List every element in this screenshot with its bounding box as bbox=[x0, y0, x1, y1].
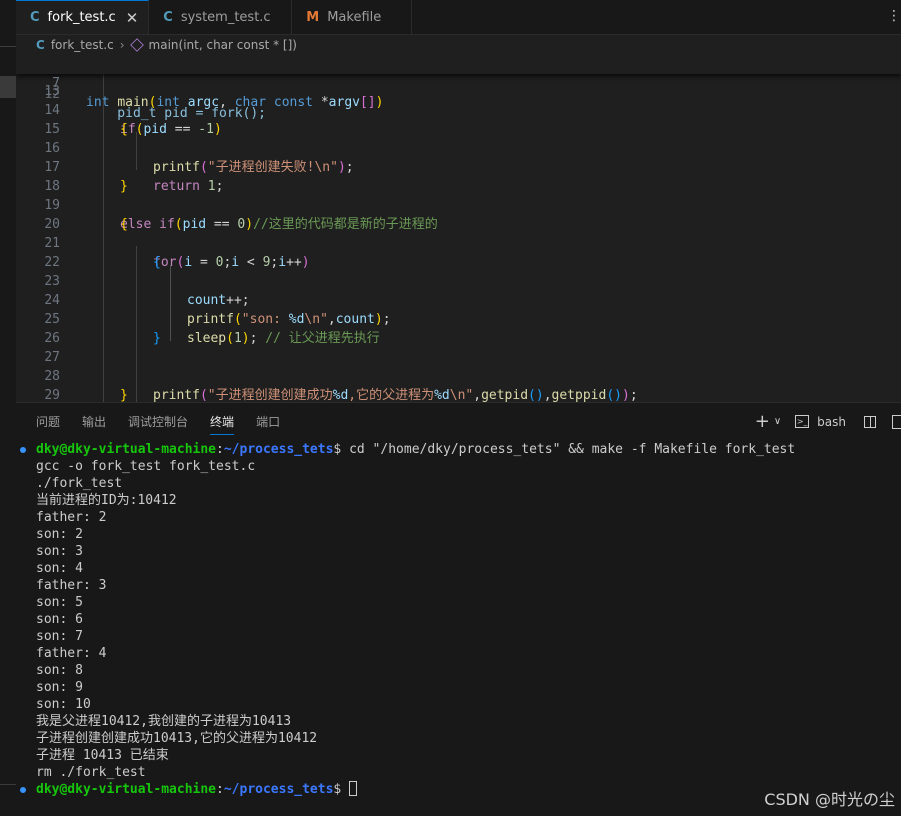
terminal-line: ./fork_test bbox=[36, 476, 123, 491]
c-file-icon: C bbox=[36, 38, 45, 52]
breadcrumb-symbol[interactable]: main(int, char const * []) bbox=[149, 38, 297, 52]
tab-label: fork_test.c bbox=[47, 10, 116, 25]
watermark: CSDN @时光の尘 bbox=[764, 790, 895, 809]
code-line: 23 count++; bbox=[44, 274, 250, 308]
chevron-down-icon[interactable]: ∨ bbox=[774, 416, 781, 427]
terminal-line: son: 9 bbox=[36, 680, 83, 695]
makefile-icon: M bbox=[306, 9, 320, 25]
code-line: 29} bbox=[44, 388, 128, 402]
trash-icon[interactable] bbox=[892, 414, 901, 429]
terminal-output[interactable]: dky@dky-virtual-machine:~/process_tets$ … bbox=[20, 441, 796, 798]
terminal-line: son: 5 bbox=[36, 595, 83, 610]
terminal-line: son: 2 bbox=[36, 527, 83, 542]
terminal-line: son: 6 bbox=[36, 612, 83, 627]
tab-label: Makefile bbox=[327, 9, 382, 25]
code-editor[interactable]: 7 int main(int argc, char const *argv[])… bbox=[16, 55, 901, 402]
editor-actions-icon[interactable]: ⋮ bbox=[887, 8, 901, 24]
tab-output[interactable]: 输出 bbox=[82, 413, 106, 435]
terminal-line: son: 7 bbox=[36, 629, 83, 644]
terminal-command-line: dky@dky-virtual-machine:~/process_tets$ … bbox=[36, 442, 796, 457]
tab-makefile[interactable]: M Makefile bbox=[292, 0, 413, 34]
shell-label[interactable]: bash bbox=[817, 415, 846, 429]
tab-label: system_test.c bbox=[180, 9, 271, 25]
c-file-icon: C bbox=[163, 9, 173, 25]
activity-indicator bbox=[0, 76, 16, 98]
sticky-code: int main(int argc, char const *argv[]) bbox=[86, 95, 384, 110]
terminal-cursor bbox=[349, 781, 358, 796]
activity-divider bbox=[0, 784, 16, 785]
code-line: 26} bbox=[44, 331, 161, 346]
code-line: 21 for(i = 0;i < 9;i++) bbox=[44, 236, 310, 270]
terminal-line: 子进程创建创建成功10413,它的父进程为10412 bbox=[36, 731, 318, 746]
method-icon bbox=[129, 38, 144, 52]
terminal-line: son: 4 bbox=[36, 561, 83, 576]
code-line: 28 printf("子进程创建创建成功%d,它的父进程为%d\n",getpi… bbox=[44, 369, 638, 402]
code-line: 18} bbox=[44, 179, 128, 194]
activity-bar bbox=[0, 0, 17, 816]
chevron-right-icon: › bbox=[119, 38, 125, 52]
code-line: 24 printf("son: %d\n",count); bbox=[44, 293, 391, 327]
activity-divider bbox=[0, 46, 16, 47]
code-line: 17 return 1; bbox=[44, 160, 224, 194]
command-decoration bbox=[20, 447, 26, 453]
code-line: 27 bbox=[44, 350, 60, 365]
tab-system-test-c[interactable]: C system_test.c bbox=[149, 0, 293, 34]
code-line: 25 sleep(1); // 让父进程先执行 bbox=[44, 312, 380, 346]
bottom-panel: 问题 输出 调试控制台 终端 端口 + ∨ >_ bash dky@dky-vi… bbox=[16, 402, 901, 816]
terminal-line: father: 2 bbox=[36, 510, 107, 525]
line-number: 7 bbox=[52, 76, 60, 91]
tab-terminal[interactable]: 终端 bbox=[210, 413, 235, 435]
panel-tabs: 问题 输出 调试控制台 终端 端口 bbox=[36, 413, 302, 435]
terminal-line: son: 8 bbox=[36, 663, 83, 678]
c-file-icon: C bbox=[30, 10, 40, 25]
split-terminal-icon[interactable] bbox=[864, 415, 876, 428]
code-line: 22{ bbox=[44, 255, 161, 270]
terminal-line: rm ./fork_test bbox=[36, 765, 146, 780]
terminal-line: father: 4 bbox=[36, 646, 107, 661]
terminal-line: son: 3 bbox=[36, 544, 83, 559]
code-line: 16 printf("子进程创建失败!\n"); bbox=[44, 141, 354, 175]
terminal-line: 当前进程的ID为:10412 bbox=[36, 493, 177, 508]
panel-actions: + ∨ >_ bash bbox=[755, 411, 901, 432]
breadcrumb-file[interactable]: fork_test.c bbox=[51, 38, 114, 52]
command-decoration bbox=[20, 787, 26, 793]
add-terminal-icon[interactable]: + bbox=[755, 411, 770, 432]
terminal-line: 我是父进程10412,我创建的子进程为10413 bbox=[36, 714, 292, 729]
code-line: 20{ bbox=[44, 217, 128, 232]
terminal-line: 子进程 10413 已结束 bbox=[36, 748, 169, 763]
terminal-prompt-line[interactable]: dky@dky-virtual-machine:~/process_tets$ bbox=[36, 781, 795, 798]
tab-debug-console[interactable]: 调试控制台 bbox=[128, 413, 188, 435]
tab-problems[interactable]: 问题 bbox=[36, 413, 60, 435]
close-icon[interactable]: ✕ bbox=[126, 9, 139, 27]
editor-tab-bar: C fork_test.c ✕ C system_test.c M Makefi… bbox=[16, 0, 901, 35]
terminal-line: son: 10 bbox=[36, 697, 91, 712]
code-line: 19 else if(pid == 0)//这里的代码都是新的子进程的 bbox=[44, 198, 438, 232]
terminal-icon: >_ bbox=[795, 415, 810, 428]
sticky-scroll-line[interactable]: 7 int main(int argc, char const *argv[]) bbox=[16, 55, 901, 110]
code-line: 15{ bbox=[44, 122, 128, 137]
tab-fork-test-c[interactable]: C fork_test.c ✕ bbox=[16, 0, 150, 34]
tab-ports[interactable]: 端口 bbox=[256, 413, 280, 435]
terminal-line: gcc -o fork_test fork_test.c bbox=[36, 459, 256, 474]
breadcrumb: C fork_test.c › main(int, char const * [… bbox=[16, 35, 901, 55]
terminal-line: father: 3 bbox=[36, 578, 107, 593]
